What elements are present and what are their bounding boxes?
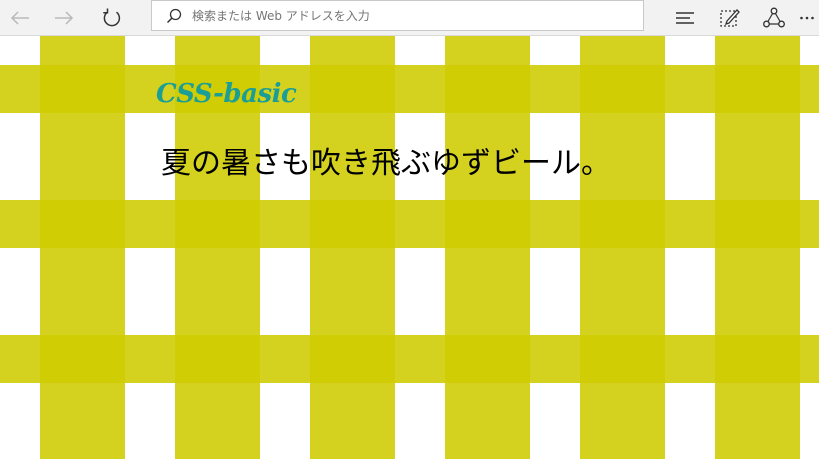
- site-logo: CSS-basic: [156, 79, 297, 109]
- refresh-button[interactable]: [92, 0, 132, 36]
- hub-button[interactable]: [665, 0, 705, 36]
- hub-icon: [676, 12, 694, 24]
- web-note-button[interactable]: [710, 0, 750, 36]
- more-button[interactable]: [794, 0, 819, 36]
- back-button[interactable]: [0, 0, 40, 36]
- browser-toolbar: [0, 0, 819, 36]
- page-viewport: CSS-basic 夏の暑さも吹き飛ぶゆずビール。: [0, 36, 819, 459]
- more-icon: [799, 16, 814, 20]
- share-button[interactable]: [754, 0, 794, 36]
- browser-window: CSS-basic 夏の暑さも吹き飛ぶゆずビール。: [0, 0, 819, 459]
- search-icon: [164, 6, 184, 26]
- address-input[interactable]: [192, 8, 632, 23]
- back-arrow-icon: [10, 11, 29, 25]
- forward-button[interactable]: [44, 0, 84, 36]
- address-bar[interactable]: [151, 0, 644, 31]
- page-heading: 夏の暑さも吹き飛ぶゆずビール。: [161, 146, 611, 181]
- web-note-icon: [720, 9, 740, 27]
- refresh-icon: [103, 8, 121, 27]
- share-icon: [763, 7, 785, 28]
- forward-arrow-icon: [55, 11, 74, 25]
